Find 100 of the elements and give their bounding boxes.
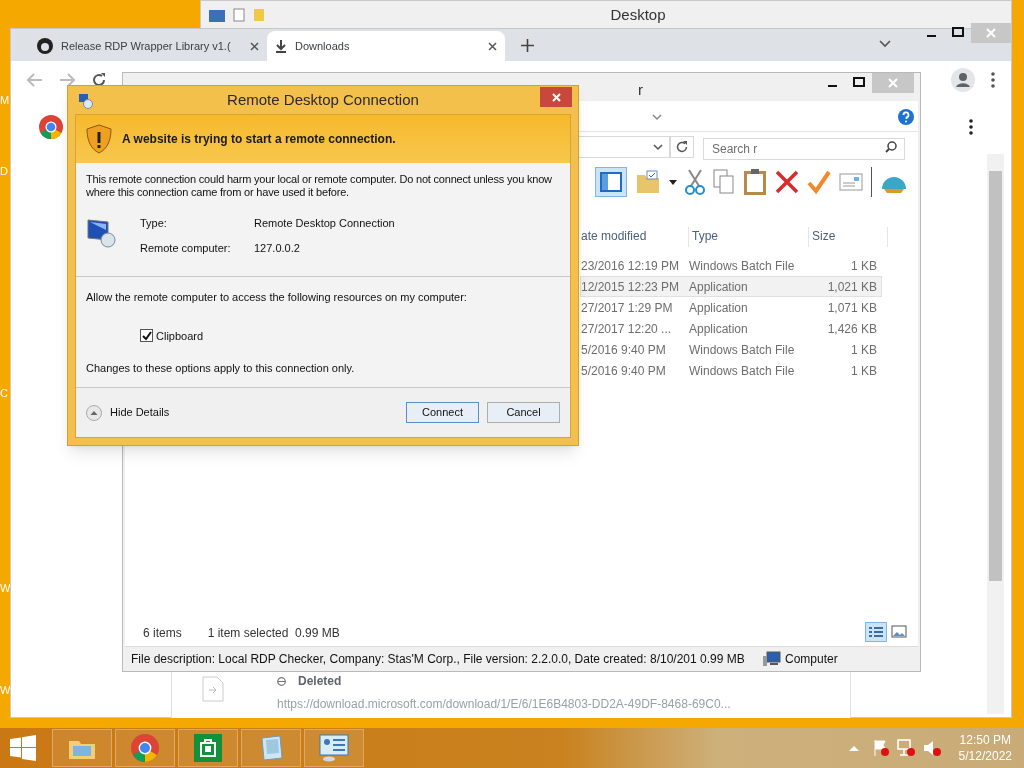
file-icon — [202, 676, 224, 702]
table-cell-text: Windows Batch File — [689, 362, 796, 380]
table-cell-text: 1,071 KB — [826, 299, 877, 317]
resources-prompt: Allow the remote computer to access the following resources on my computer: — [86, 290, 468, 305]
file-row[interactable]: 27/2017 1:29 PM Application 1,071 KB — [580, 297, 882, 318]
column-header[interactable]: Size — [808, 227, 888, 247]
close-icon — [551, 92, 561, 102]
table-cell-text: Windows Batch File — [689, 341, 796, 359]
field-label: Remote computer: — [140, 240, 232, 256]
list-icon — [869, 626, 883, 638]
checkmark-icon — [141, 330, 152, 341]
field-label: Type: — [140, 216, 168, 231]
download-status: Deleted — [298, 673, 342, 690]
refresh-icon — [676, 141, 688, 153]
new-tab-icon[interactable] — [521, 39, 534, 52]
file-details: File description: Local RDP Checker, Company: Stas'M Corp., File version: 2.2.0.0, Date created: 8/10/201 0.99 MB — [131, 650, 746, 668]
search-icon — [885, 141, 897, 153]
chrome-logo-icon — [131, 734, 159, 762]
desktop-icon-label: W — [0, 683, 11, 698]
table-cell-text: 1 KB — [850, 362, 877, 380]
collapse-icon[interactable] — [86, 404, 102, 421]
table-cell-text: 1 KB — [850, 341, 877, 359]
store-icon — [194, 734, 222, 762]
close-icon[interactable] — [250, 41, 259, 51]
search-field[interactable]: Search r — [703, 138, 905, 160]
folder-check-icon[interactable] — [635, 169, 661, 195]
network-icon[interactable] — [896, 739, 915, 757]
table-cell-text: Application — [689, 299, 749, 317]
file-row[interactable]: 27/2017 12:20 ... Application 1,426 KB — [580, 318, 882, 339]
taskbar-button[interactable] — [178, 729, 238, 767]
close-icon — [888, 78, 898, 88]
dropdown-arrow-icon[interactable] — [669, 179, 677, 185]
close-icon — [986, 28, 996, 38]
table-cell-text: Application — [689, 320, 749, 338]
column-header[interactable]: ate modified — [581, 227, 688, 247]
notepad-icon — [258, 734, 284, 762]
window-title: r — [638, 80, 643, 100]
help-icon[interactable] — [898, 109, 914, 125]
refresh-button[interactable] — [670, 136, 694, 158]
column-header[interactable]: Type — [688, 227, 808, 247]
chrome-logo-icon — [39, 115, 63, 139]
options-note: Changes to these options apply to this connection only. — [86, 361, 356, 376]
table-cell-text: 1,426 KB — [826, 320, 877, 338]
dialog-button[interactable]: Cancel — [487, 402, 560, 423]
taskbar-button[interactable] — [304, 729, 364, 767]
browser-tab[interactable]: Downloads — [267, 31, 505, 61]
computer-icon — [86, 218, 118, 248]
checkbox-label[interactable]: Clipboard — [156, 327, 204, 344]
clipboard-icon[interactable] — [743, 168, 767, 196]
scissors-icon[interactable] — [685, 168, 705, 196]
dialog-title: Remote Desktop Connection — [227, 89, 419, 110]
menu-icon[interactable] — [991, 72, 995, 88]
profile-icon[interactable] — [951, 68, 975, 92]
warning-message: A website is trying to start a remote connection. — [122, 131, 396, 148]
more-icon[interactable] — [969, 119, 973, 135]
hide-details-link[interactable]: Hide Details — [110, 404, 398, 421]
dialog-button[interactable]: Connect — [406, 402, 479, 423]
checkmark-icon[interactable] — [807, 170, 831, 194]
field-value: 127.0.0.2 — [254, 240, 300, 256]
table-cell-text: 27/2017 1:29 PM — [581, 299, 674, 317]
windows-start-icon[interactable] — [10, 735, 36, 761]
item-count: 6 items — [143, 625, 182, 642]
pane-icon — [600, 172, 622, 192]
close-icon[interactable] — [488, 41, 497, 51]
close-button[interactable] — [540, 87, 572, 107]
desktop-icon-label: M — [0, 93, 10, 108]
table-cell-text: 5/2016 9:40 PM — [581, 341, 667, 359]
selection-info: 1 item selected 0.99 MB — [207, 625, 340, 642]
table-cell-text: Windows Batch File — [689, 257, 796, 275]
preview-pane-button[interactable] — [595, 167, 627, 197]
details-view-button[interactable] — [865, 622, 887, 642]
taskbar-button[interactable] — [115, 729, 175, 767]
chevron-down-icon[interactable] — [653, 144, 663, 151]
table-cell-text: 1,021 KB — [826, 278, 877, 296]
table-cell-text: 5/2016 9:40 PM — [581, 362, 667, 380]
desktop-icon-label: W — [0, 581, 11, 596]
document-icon — [233, 8, 245, 22]
chevron-down-icon[interactable] — [879, 40, 891, 48]
flag-icon[interactable] — [872, 739, 889, 757]
file-row[interactable]: 5/2016 9:40 PM Windows Batch File 1 KB — [580, 339, 882, 360]
window-title: Desktop — [609, 4, 667, 25]
control-panel-icon — [319, 734, 349, 762]
picture-view-icon[interactable] — [891, 625, 907, 638]
folder-icon — [209, 8, 225, 22]
file-row[interactable]: 12/2015 12:23 PM Application 1,021 KB — [580, 276, 882, 297]
file-row[interactable]: 23/2016 12:19 PM Windows Batch File 1 KB — [580, 255, 882, 276]
scrollbar[interactable] — [987, 154, 1004, 714]
desktop-icon-label: C — [0, 386, 8, 401]
checkbox[interactable] — [140, 329, 153, 343]
folder-icon — [253, 8, 265, 22]
delete-icon[interactable] — [775, 170, 799, 194]
table-cell-text: 23/2016 12:19 PM — [581, 257, 681, 275]
speaker-muted-icon[interactable] — [922, 739, 941, 757]
file-row[interactable]: 5/2016 9:40 PM Windows Batch File 1 KB — [580, 360, 882, 381]
location-label: Computer — [785, 650, 838, 668]
warning-description: This remote connection could harm your local or remote computer. Do not connect unless you know where this connection came from or have used it before. — [86, 173, 553, 199]
shield-warning-icon — [86, 124, 112, 154]
reload-icon[interactable] — [91, 72, 107, 88]
download-icon — [275, 39, 287, 53]
chevron-down-icon[interactable] — [652, 114, 662, 121]
